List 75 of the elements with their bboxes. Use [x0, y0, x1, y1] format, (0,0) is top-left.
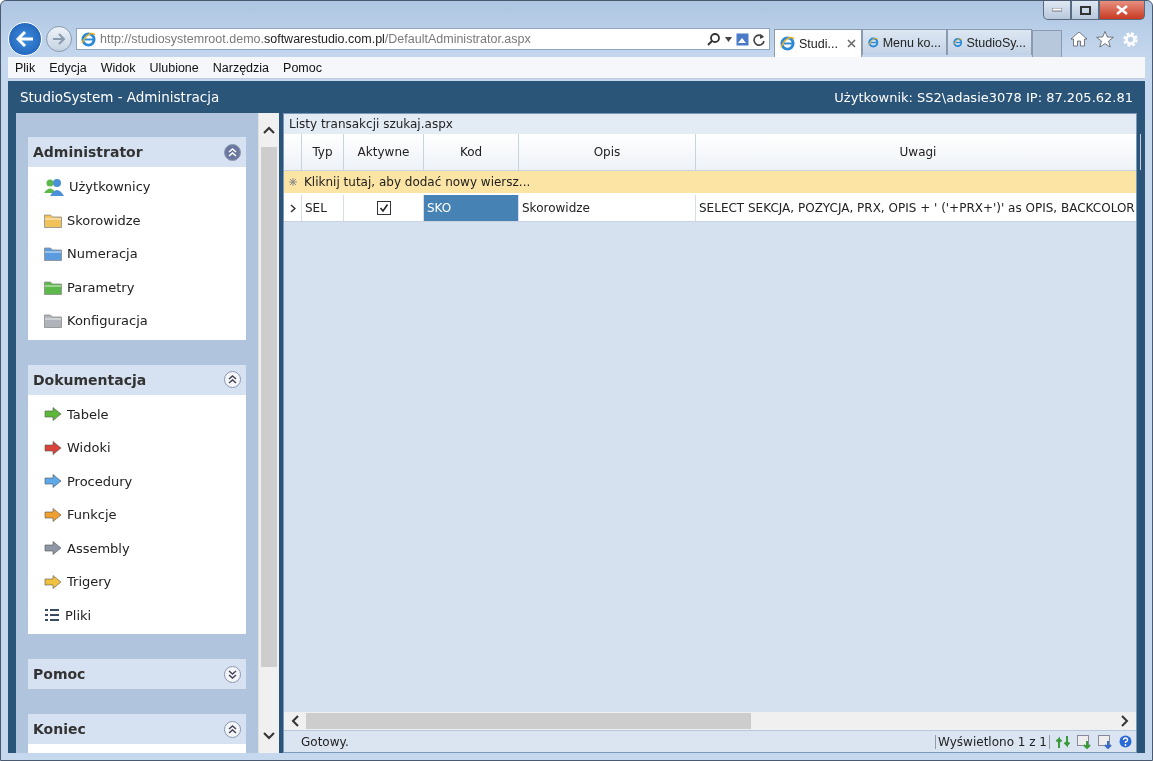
collapse-icon[interactable] [224, 143, 241, 161]
expand-icon[interactable] [224, 665, 241, 683]
export-icon[interactable] [1098, 734, 1113, 749]
minimize-icon [1052, 8, 1062, 12]
browser-tab[interactable]: Menu ko... [862, 29, 947, 55]
sidebar-item[interactable]: Pliki [28, 598, 246, 632]
grid-caption: Listy transakcji szukaj.aspx [284, 114, 1136, 134]
home-icon[interactable] [1070, 30, 1088, 47]
address-bar[interactable]: http://studiosystemroot.demo.softwarestudio.com.pl/DefaultAdministrator.aspx [76, 28, 770, 50]
globe-e-icon [868, 35, 879, 50]
table-cell: SKO [424, 195, 519, 221]
scroll-up-icon[interactable] [263, 126, 275, 134]
sidebar-item[interactable]: Skorowidze [28, 203, 246, 237]
scroll-down-icon[interactable] [263, 732, 275, 740]
import-icon[interactable] [1077, 734, 1092, 749]
column-header[interactable]: Aktywne [344, 134, 424, 170]
menu-item[interactable]: Pomoc [276, 60, 329, 75]
scroll-right-icon[interactable] [1121, 715, 1129, 727]
app-title: StudioSystem - Administracja [20, 89, 220, 105]
new-row[interactable]: Kliknij tutaj, aby dodać nowy wiersz... [284, 171, 1136, 195]
back-arrow-icon [16, 31, 34, 47]
menu-item[interactable]: Edycja [42, 60, 94, 75]
status-text: Gotowy. [300, 734, 350, 749]
grid-row[interactable]: SEL SKO Skorowidze SELECT SEKCJA, POZYCJA, PRX, OPIS + ' ('+PRX+')' as OPIS, BACKCOLOR [284, 195, 1136, 222]
asterisk-icon [289, 178, 297, 186]
paging-info: Wyświetlono 1 z 1 [935, 734, 1050, 749]
sidebar-item[interactable]: Konfiguracja [28, 304, 246, 338]
column-header[interactable]: Opis [519, 134, 696, 170]
help-icon[interactable] [1119, 734, 1132, 748]
dropdown-icon[interactable] [725, 36, 732, 42]
browser-tab[interactable]: Studi... [774, 29, 862, 57]
section-header[interactable]: Pomoc [28, 659, 246, 689]
search-icon[interactable] [707, 32, 721, 46]
maximize-icon [1079, 5, 1091, 15]
globe-e-icon [81, 31, 96, 47]
browser-tab[interactable]: StudioSy... [947, 29, 1032, 55]
section-header[interactable]: Koniec [28, 714, 246, 744]
sidebar-item[interactable]: Użytkownicy [28, 170, 246, 204]
section-header[interactable]: Administrator [28, 137, 246, 167]
horizontal-scrollbar[interactable] [284, 712, 1136, 730]
sidebar-item[interactable]: Numeracja [28, 237, 246, 271]
collapse-icon[interactable] [224, 371, 241, 388]
menu-item[interactable]: Plik [8, 60, 43, 75]
forward-arrow-icon [52, 33, 66, 45]
globe-e-icon [780, 36, 795, 51]
close-tab-icon[interactable] [847, 39, 856, 48]
menu-item[interactable]: Ulubione [142, 60, 206, 75]
sidebar-item[interactable]: Trigery [28, 565, 246, 599]
sidebar-item[interactable]: Procedury [28, 464, 246, 498]
column-header[interactable]: Uwagi [696, 134, 1141, 170]
sidebar-item[interactable]: Tabele [28, 397, 246, 431]
table-cell-text: SELECT SEKCJA, POZYCJA, PRX, OPIS + ' ('+PRX+')' as OPIS, BACKCOLOR [698, 200, 1136, 217]
globe-e-icon [953, 35, 963, 50]
vertical-scrollbar[interactable] [258, 113, 279, 753]
menu-item[interactable]: Widok [93, 60, 143, 75]
minimize-button[interactable] [1043, 1, 1071, 20]
checkbox[interactable] [376, 201, 391, 215]
maximize-button[interactable] [1071, 1, 1099, 20]
sidebar-item[interactable]: Parametry [28, 270, 246, 304]
column-header[interactable]: Kod [424, 134, 519, 170]
table-cell: SEL [302, 195, 344, 221]
sidebar-item[interactable]: Funkcje [28, 498, 246, 532]
close-button[interactable] [1099, 1, 1145, 20]
sidebar-item[interactable]: Assembly [28, 531, 246, 565]
back-button[interactable] [8, 22, 42, 56]
scroll-left-icon[interactable] [291, 715, 299, 727]
column-header[interactable]: Typ [302, 134, 344, 170]
star-icon[interactable] [1096, 30, 1114, 48]
table-cell: Skorowidze [519, 195, 696, 221]
close-icon [1116, 5, 1128, 15]
section-header[interactable]: Dokumentacja [28, 364, 246, 395]
sidebar-item[interactable]: Widoki [28, 431, 246, 465]
user-info: Użytkownik: SS2\adasie3078 IP: 87.205.62.81 [834, 89, 1133, 105]
menu-item[interactable]: Narzędzia [205, 60, 277, 75]
collapse-icon[interactable] [224, 720, 241, 738]
